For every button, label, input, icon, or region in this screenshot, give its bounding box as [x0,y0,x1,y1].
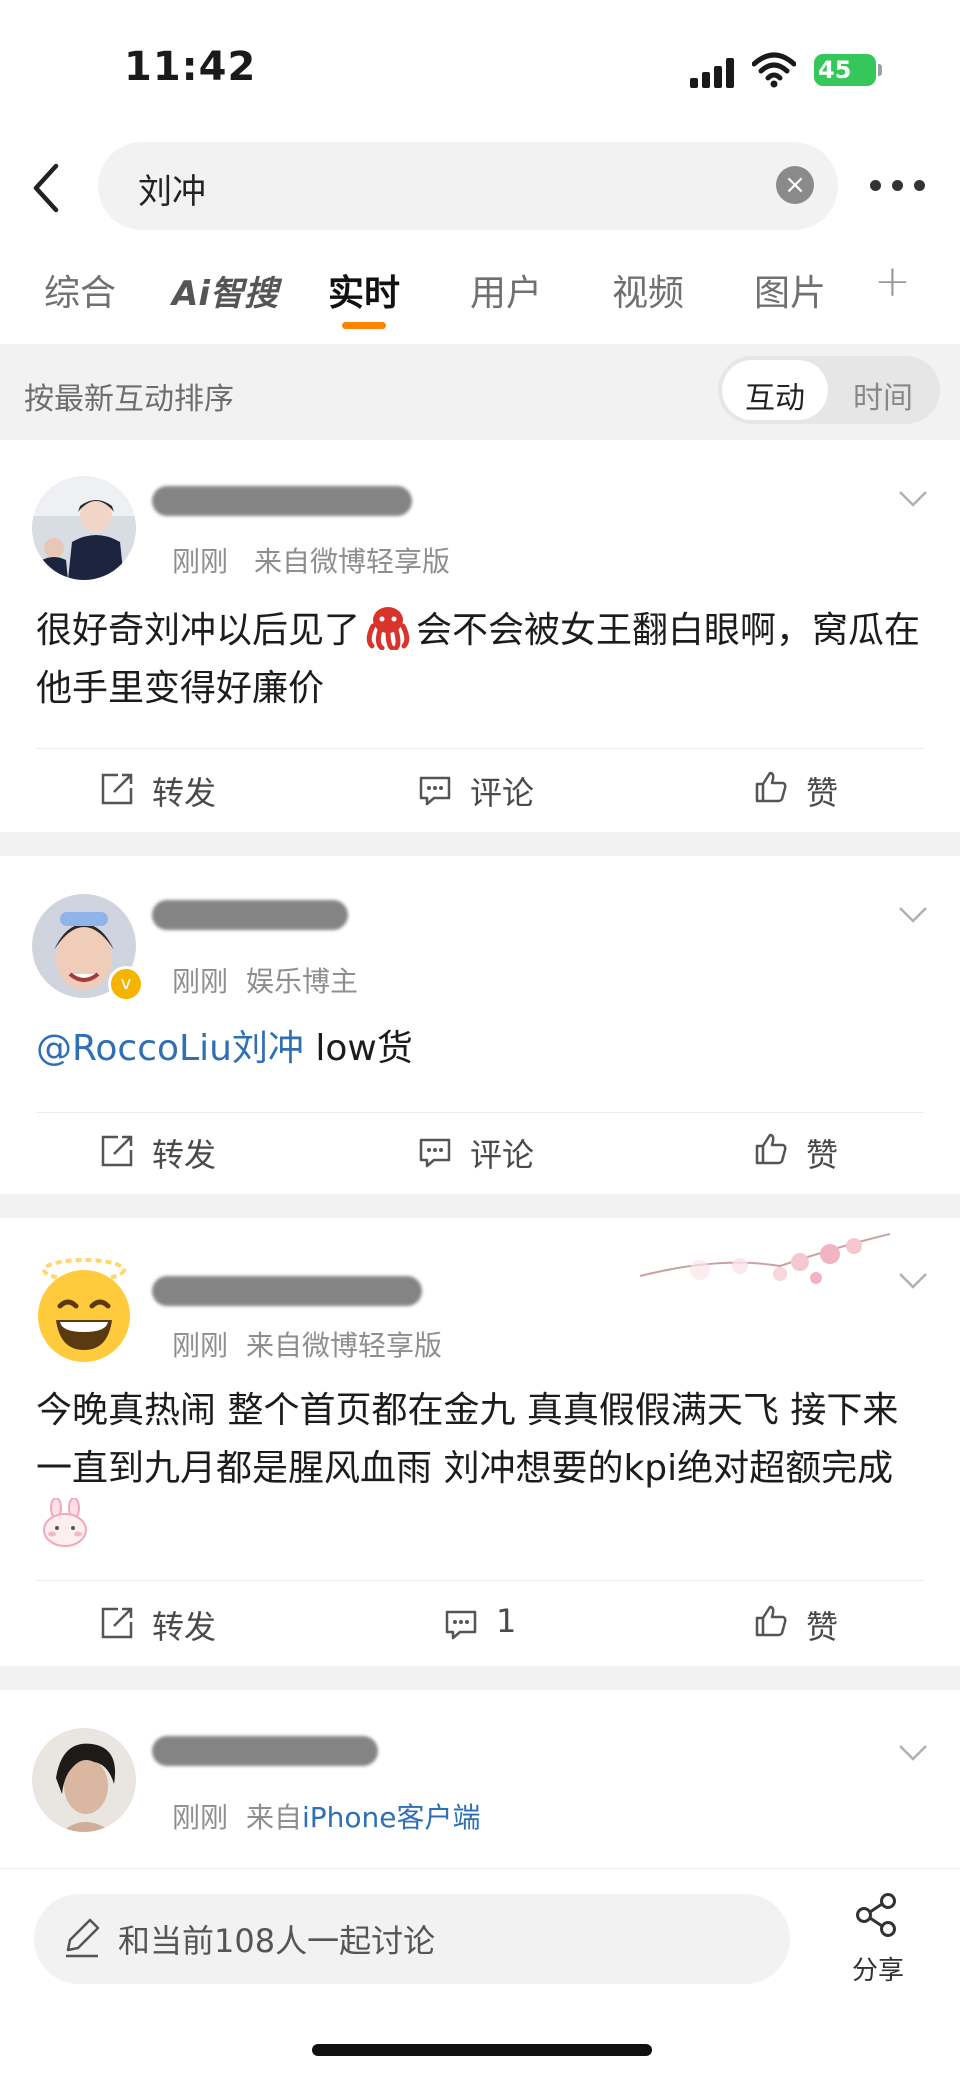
sort-option-time[interactable]: 时间 [853,373,913,417]
home-indicator [312,2044,652,2056]
tab-users[interactable]: 用户 [470,264,542,316]
search-query-text: 刘冲 [138,172,206,212]
post-time: 刚刚 [172,1329,229,1362]
sort-label: 按最新互动排序 [24,382,234,417]
comment-icon[interactable] [418,1136,452,1170]
post-time: 刚刚 [172,965,229,998]
search-input[interactable] [98,142,838,230]
chevron-down-icon[interactable] [898,906,928,924]
username-redacted[interactable] [152,1736,378,1766]
like-button[interactable]: 赞 [806,768,838,814]
comment-count[interactable]: 1 [496,1602,516,1640]
avatar[interactable] [32,1728,136,1832]
cherry-blossom-decoration-icon [640,1233,891,1284]
repost-button[interactable]: 转发 [152,1130,216,1176]
post-source-prefix: 来自 [246,1801,303,1834]
cellular-signal-icon [690,58,734,88]
username-redacted[interactable] [152,900,348,930]
like-icon[interactable] [754,770,788,804]
chevron-down-icon[interactable] [898,1272,928,1290]
chevron-down-icon[interactable] [898,1744,928,1762]
tab-images[interactable]: 图片 [754,264,826,316]
avatar[interactable] [32,1256,136,1362]
post-separator [0,832,960,856]
octopus-emoji-icon [366,607,410,651]
post-text: 今晚真热闹 整个首页都在金九 真真假假满天飞 接下来一直到九月都是腥风血雨 刘冲… [36,1390,899,1489]
add-tab-icon[interactable]: + [874,256,911,307]
share-button-label[interactable]: 分享 [852,1950,904,1987]
post-separator [0,1194,960,1218]
post-text: 很好奇刘冲以后见了 [36,610,361,651]
post-content: 很好奇刘冲以后见了 会不会被女王翻白眼啊，窝瓜在他手里变得好廉价 [36,602,926,718]
post-content: 今晚真热闹 整个首页都在金九 真真假假满天飞 接下来一直到九月都是腥风血雨 刘冲… [36,1382,926,1556]
tab-ai-search[interactable]: Ai智搜 [172,266,278,315]
share-icon[interactable] [854,1892,900,1938]
post-source: 来自iPhone客户端 [246,1796,481,1836]
verified-badge-icon: v [108,966,144,1002]
repost-icon[interactable] [100,1606,134,1640]
tab-videos[interactable]: 视频 [612,264,684,316]
like-button[interactable]: 赞 [806,1602,838,1648]
post-source: 娱乐博主 [246,965,359,998]
repost-icon[interactable] [100,772,134,806]
avatar[interactable] [32,476,136,580]
post-time: 刚刚 [172,1801,229,1834]
like-button[interactable]: 赞 [806,1130,838,1176]
post-separator [0,1666,960,1690]
mention-link[interactable]: @RoccoLiu刘冲 [36,1028,304,1069]
pencil-icon [66,1918,100,1958]
discussion-placeholder: 和当前108人一起讨论 [118,1922,436,1960]
like-icon[interactable] [754,1132,788,1166]
tab-realtime[interactable]: 实时 [328,264,400,316]
clear-search-icon[interactable]: × [776,166,814,204]
bunny-emoji-icon [43,1497,87,1547]
sort-option-interaction[interactable]: 互动 [745,373,805,417]
post-source: 来自微博轻享版 [254,545,451,578]
back-arrow-icon[interactable] [28,160,68,216]
tab-all[interactable]: 综合 [44,264,116,316]
post-time: 刚刚 [172,545,229,578]
action-divider [36,1580,924,1581]
repost-button[interactable]: 转发 [152,768,216,814]
chevron-down-icon[interactable] [898,490,928,508]
post-text: low货 [303,1028,413,1069]
comment-icon[interactable] [418,774,452,808]
username-redacted[interactable] [152,486,412,516]
comment-icon[interactable] [444,1608,478,1642]
battery-icon: 45 [814,54,882,86]
username-redacted[interactable] [152,1276,422,1306]
repost-button[interactable]: 转发 [152,1602,216,1648]
like-icon[interactable] [754,1604,788,1638]
comment-button[interactable]: 评论 [470,768,534,814]
comment-button[interactable]: 评论 [470,1130,534,1176]
repost-icon[interactable] [100,1134,134,1168]
status-time: 11:42 [124,44,257,90]
more-options-icon[interactable] [868,176,928,196]
post-source-link[interactable]: iPhone客户端 [302,1801,481,1834]
action-divider [36,748,924,749]
active-tab-indicator [342,322,386,329]
post-source: 来自微博轻享版 [246,1329,443,1362]
post-content: @RoccoLiu刘冲 low货 [36,1020,926,1078]
wifi-icon [752,52,796,88]
action-divider [36,1112,924,1113]
